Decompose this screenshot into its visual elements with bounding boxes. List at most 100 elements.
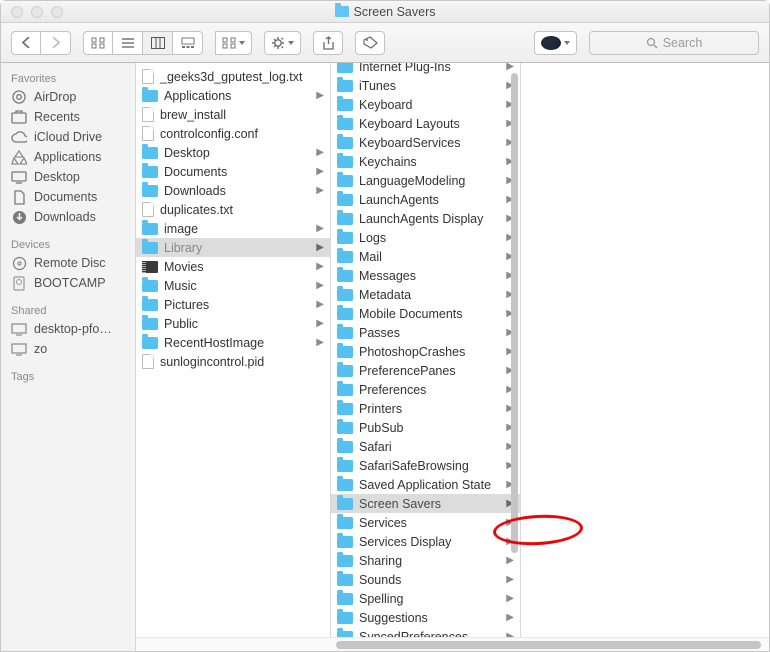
list-item[interactable]: Saved Application State▶ [331,475,520,494]
sidebar-item-label: zo [34,342,47,356]
minimize-window-button[interactable] [31,6,43,18]
list-item[interactable]: Downloads▶ [136,181,330,200]
list-item[interactable]: sunlogincontrol.pid [136,352,330,371]
list-item[interactable]: Mobile Documents▶ [331,304,520,323]
search-field[interactable]: Search [589,31,759,55]
folder-icon [337,498,353,510]
sidebar-item-desktop-pfo-[interactable]: desktop-pfo… [1,319,135,339]
sidebar-item-icloud-drive[interactable]: iCloud Drive [1,127,135,147]
sidebar-item-label: AirDrop [34,90,76,104]
privacy-button[interactable] [534,31,577,55]
action-menu-button[interactable] [264,31,301,55]
item-name: Keyboard [359,98,413,112]
list-item[interactable]: Logs▶ [331,228,520,247]
list-item[interactable]: LaunchAgents▶ [331,190,520,209]
list-item[interactable]: Documents▶ [136,162,330,181]
list-item[interactable]: Applications▶ [136,86,330,105]
list-item[interactable]: LaunchAgents Display▶ [331,209,520,228]
list-item[interactable]: Mail▶ [331,247,520,266]
list-item[interactable]: SafariSafeBrowsing▶ [331,456,520,475]
item-name: Passes [359,326,400,340]
folder-icon [337,479,353,491]
share-button[interactable] [313,31,343,55]
list-item[interactable]: Safari▶ [331,437,520,456]
sidebar-item-label: Remote Disc [34,256,106,270]
pc-icon [11,342,27,356]
list-item[interactable]: LanguageModeling▶ [331,171,520,190]
list-item[interactable]: KeyboardServices▶ [331,133,520,152]
column-2-scrollbar[interactable] [511,67,518,608]
close-window-button[interactable] [11,6,23,18]
list-item[interactable]: Printers▶ [331,399,520,418]
sidebar-item-applications[interactable]: Applications [1,147,135,167]
list-item[interactable]: controlconfig.conf [136,124,330,143]
list-item[interactable]: RecentHostImage▶ [136,333,330,352]
toolbar: Search [1,23,769,63]
item-name: Services Display [359,535,451,549]
folder-icon [142,166,158,178]
list-item[interactable]: Suggestions▶ [331,608,520,627]
arrange-button[interactable] [215,31,252,55]
column-1[interactable]: _geeks3d_gputest_log.txtApplications▶bre… [136,63,331,651]
sidebar-item-bootcamp[interactable]: BOOTCAMP [1,273,135,293]
list-item[interactable]: PubSub▶ [331,418,520,437]
chevron-right-icon: ▶ [316,242,324,253]
folder-icon [337,517,353,529]
folder-icon [142,318,158,330]
horizontal-scrollbar[interactable] [136,637,769,651]
view-list-button[interactable] [113,31,143,55]
list-item[interactable]: Sharing▶ [331,551,520,570]
sidebar-item-downloads[interactable]: Downloads [1,207,135,227]
sidebar-item-zo[interactable]: zo [1,339,135,359]
file-icon [142,354,154,369]
list-item[interactable]: Services Display▶ [331,532,520,551]
sidebar-item-airdrop[interactable]: AirDrop [1,87,135,107]
list-item[interactable]: Public▶ [136,314,330,333]
sidebar-section-label: Devices [1,235,135,253]
list-item[interactable]: Messages▶ [331,266,520,285]
list-item[interactable]: Library▶ [136,238,330,257]
folder-icon [337,251,353,263]
list-item[interactable]: PhotoshopCrashes▶ [331,342,520,361]
list-item[interactable]: Movies▶ [136,257,330,276]
column-2[interactable]: Internet Plug-Ins▶iTunes▶Keyboard▶Keyboa… [331,63,521,651]
list-item[interactable]: Keychains▶ [331,152,520,171]
list-item[interactable]: Services▶ [331,513,520,532]
zoom-window-button[interactable] [51,6,63,18]
list-item[interactable]: Pictures▶ [136,295,330,314]
view-gallery-button[interactable] [173,31,203,55]
list-item[interactable]: brew_install [136,105,330,124]
view-columns-button[interactable] [143,31,173,55]
tag-icon [363,36,378,49]
tags-button[interactable] [355,31,385,55]
list-item[interactable]: PreferencePanes▶ [331,361,520,380]
forward-button[interactable] [41,31,71,55]
list-item[interactable]: Music▶ [136,276,330,295]
item-name: Spelling [359,592,403,606]
list-item[interactable]: Spelling▶ [331,589,520,608]
list-item[interactable]: _geeks3d_gputest_log.txt [136,67,330,86]
list-item[interactable]: Passes▶ [331,323,520,342]
item-name: RecentHostImage [164,336,264,350]
folder-icon [337,327,353,339]
list-item[interactable]: image▶ [136,219,330,238]
list-item[interactable]: Screen Savers▶ [331,494,520,513]
back-button[interactable] [11,31,41,55]
sidebar-item-desktop[interactable]: Desktop [1,167,135,187]
list-item[interactable]: Metadata▶ [331,285,520,304]
list-item[interactable]: Keyboard Layouts▶ [331,114,520,133]
item-name: Applications [164,89,231,103]
sidebar-item-documents[interactable]: Documents [1,187,135,207]
sidebar-item-recents[interactable]: Recents [1,107,135,127]
list-item[interactable]: Internet Plug-Ins▶ [331,63,520,76]
disc-icon [11,256,27,270]
column-3[interactable] [521,63,769,651]
list-item[interactable]: duplicates.txt [136,200,330,219]
list-item[interactable]: iTunes▶ [331,76,520,95]
list-item[interactable]: Keyboard▶ [331,95,520,114]
sidebar-item-remote-disc[interactable]: Remote Disc [1,253,135,273]
list-item[interactable]: Preferences▶ [331,380,520,399]
list-item[interactable]: Desktop▶ [136,143,330,162]
list-item[interactable]: Sounds▶ [331,570,520,589]
view-icons-button[interactable] [83,31,113,55]
